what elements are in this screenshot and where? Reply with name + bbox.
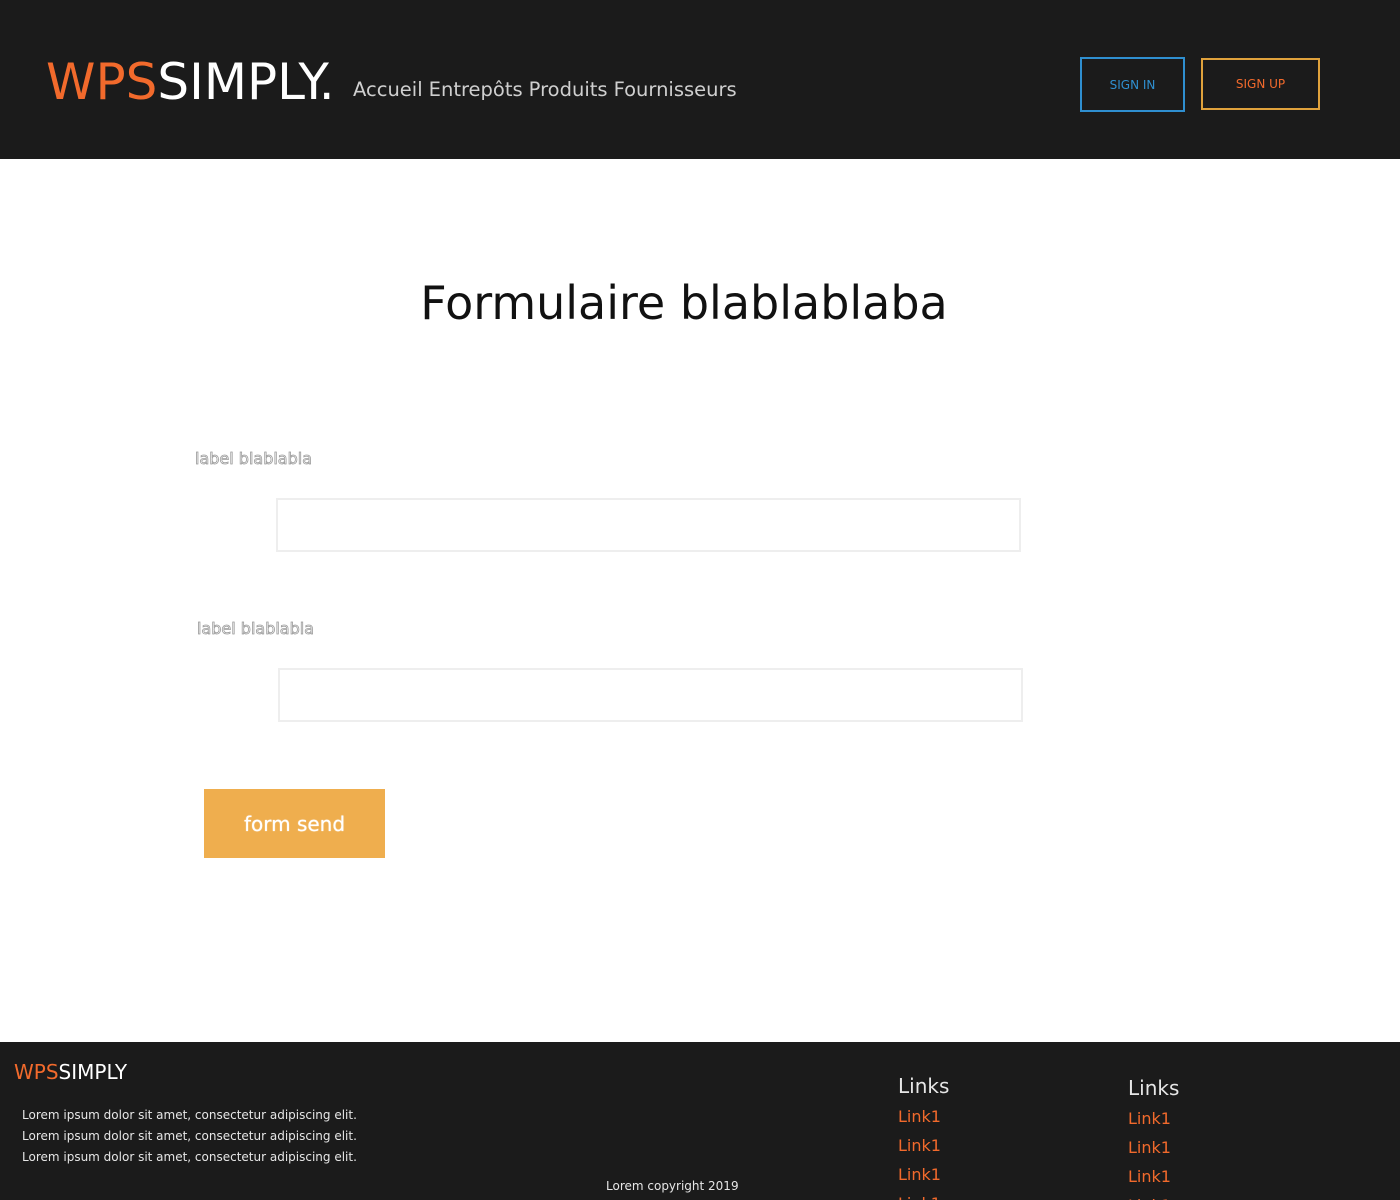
footer-text-line: Lorem ipsum dolor sit amet, consectetur … — [22, 1150, 357, 1164]
logo-simply: SIMPLY. — [157, 53, 335, 111]
footer-link[interactable]: Link1 — [898, 1131, 949, 1160]
footer-links-column-1: Links Link1 Link1 Link1 Link1 — [898, 1073, 949, 1200]
form-input-1[interactable] — [276, 498, 1021, 552]
footer-link[interactable]: Link1 — [1128, 1191, 1179, 1200]
form-send-button[interactable]: form send — [204, 789, 385, 858]
footer-link[interactable]: Link1 — [898, 1102, 949, 1131]
nav-item-entrepots[interactable]: Entrepôts — [429, 78, 523, 101]
footer-link[interactable]: Link1 — [898, 1189, 949, 1200]
page-title: Formulaire blablablaba — [420, 276, 948, 330]
footer-logo[interactable]: WPSSIMPLY — [14, 1060, 127, 1084]
footer-link[interactable]: Link1 — [1128, 1133, 1179, 1162]
footer-copyright: Lorem copyright 2019 — [606, 1179, 739, 1193]
footer-logo-simply: SIMPLY — [58, 1060, 128, 1084]
field-label-1: label blablabla — [195, 449, 313, 469]
site-footer: WPSSIMPLY Lorem ipsum dolor sit amet, co… — [0, 1042, 1400, 1200]
form-input-2[interactable] — [278, 668, 1023, 722]
footer-logo-wps: WPS — [14, 1060, 59, 1084]
field-label-2: label blablabla — [197, 619, 315, 639]
logo-wps: WPS — [46, 53, 158, 111]
footer-link[interactable]: Link1 — [1128, 1162, 1179, 1191]
footer-link[interactable]: Link1 — [898, 1160, 949, 1189]
nav-item-produits[interactable]: Produits — [529, 78, 608, 101]
sign-up-button[interactable]: SIGN UP — [1201, 58, 1320, 110]
sign-in-button[interactable]: SIGN IN — [1080, 57, 1185, 112]
site-logo[interactable]: WPSSIMPLY. — [46, 52, 335, 112]
nav-item-fournisseurs[interactable]: Fournisseurs — [614, 78, 737, 101]
footer-text-line: Lorem ipsum dolor sit amet, consectetur … — [22, 1129, 357, 1143]
footer-text-line: Lorem ipsum dolor sit amet, consectetur … — [22, 1108, 357, 1122]
footer-link[interactable]: Link1 — [1128, 1104, 1179, 1133]
main-nav: Accueil Entrepôts Produits Fournisseurs — [353, 78, 737, 101]
nav-item-accueil[interactable]: Accueil — [353, 78, 423, 101]
site-header: WPSSIMPLY. Accueil Entrepôts Produits Fo… — [0, 0, 1400, 159]
footer-description: Lorem ipsum dolor sit amet, consectetur … — [22, 1105, 357, 1168]
footer-links-heading: Links — [898, 1074, 950, 1098]
footer-links-heading: Links — [1128, 1076, 1180, 1100]
footer-links-column-2: Links Link1 Link1 Link1 Link1 — [1128, 1075, 1179, 1200]
